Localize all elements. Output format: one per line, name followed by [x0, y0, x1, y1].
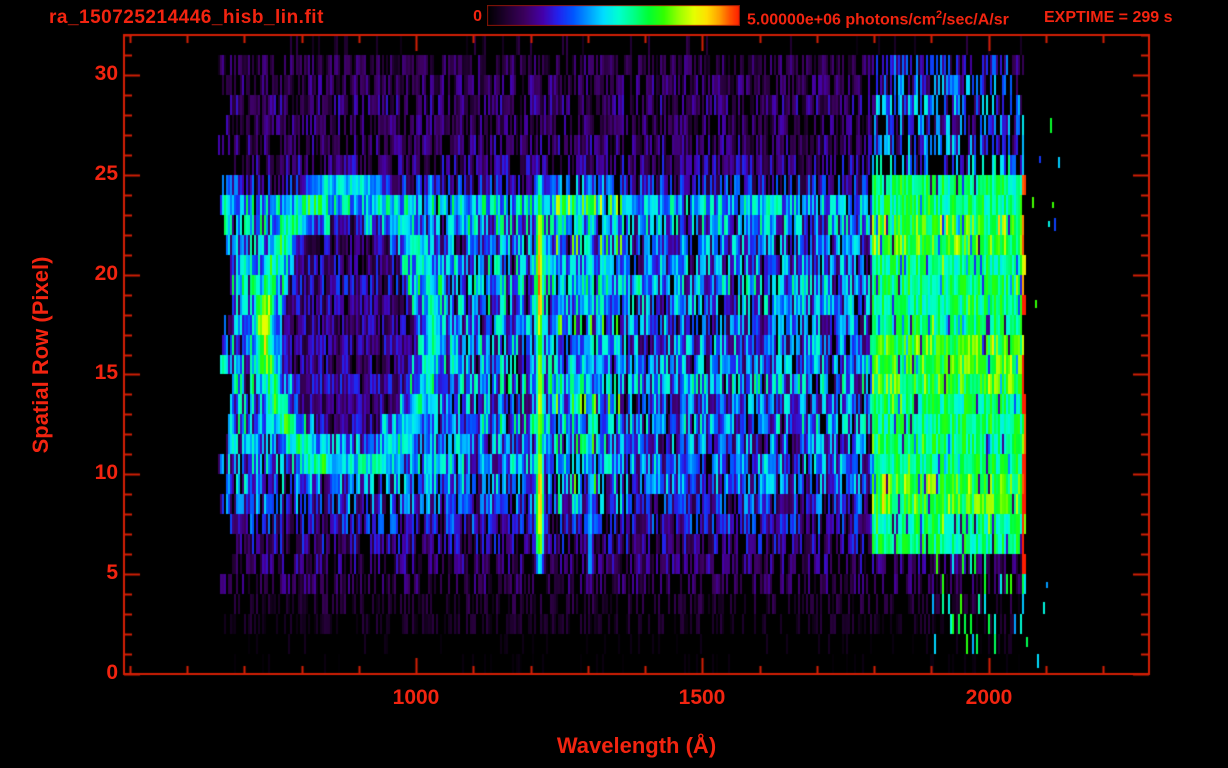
x-tick-label: 2000	[965, 686, 1013, 709]
x-tick-label: 1500	[678, 686, 726, 709]
y-tick-label: 10	[94, 461, 118, 484]
y-tick-label: 30	[94, 62, 118, 85]
colorbar-gradient	[487, 5, 740, 26]
y-tick-label: 5	[106, 561, 118, 584]
y-tick-label: 0	[106, 661, 118, 684]
x-tick-label: 1000	[392, 686, 440, 709]
x-axis-title: Wavelength (Å)	[556, 733, 717, 758]
colorbar-max-value: 5.00000e+06 photons/cm	[747, 11, 936, 29]
fits-filename: ra_150725214446_hisb_lin.fit	[49, 7, 324, 28]
colorbar-max-label: 5.00000e+06 photons/cm2/sec/A/sr	[747, 9, 1009, 29]
spectrogram-canvas	[0, 0, 1228, 768]
spectrogram-quicklook-window: ra_150725214446_hisb_lin.fit 0 5.00000e+…	[0, 0, 1228, 768]
y-tick-label: 15	[94, 361, 118, 384]
y-axis-title: Spatial Row (Pixel)	[28, 256, 53, 454]
colorbar-min-label: 0	[473, 8, 482, 25]
exptime-label: EXPTIME = 299 s	[1044, 9, 1173, 26]
y-tick-label: 25	[94, 162, 118, 185]
colorbar-max-units: /sec/A/sr	[942, 11, 1009, 29]
y-tick-label: 20	[94, 262, 118, 285]
